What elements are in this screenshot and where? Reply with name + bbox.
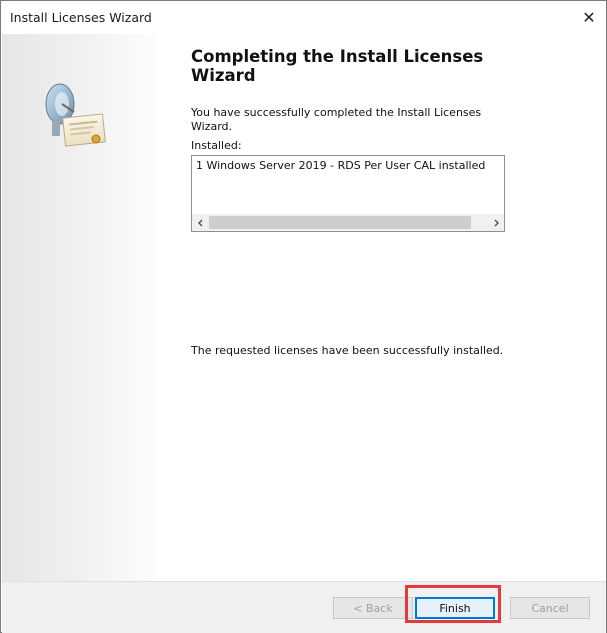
wizard-window: Install Licenses Wizard ✕ Completing the…	[0, 0, 607, 633]
wizard-content: Completing the Install Licenses Wizard Y…	[157, 34, 605, 581]
window-title: Install Licenses Wizard	[10, 10, 152, 25]
horizontal-scrollbar[interactable]	[192, 214, 504, 231]
button-bar: < Back Finish Cancel	[2, 581, 606, 633]
page-title: Completing the Install Licenses Wizard	[191, 47, 484, 85]
back-button[interactable]: < Back	[333, 597, 413, 619]
installed-list[interactable]: 1 Windows Server 2019 - RDS Per User CAL…	[191, 155, 505, 232]
chevron-left-icon[interactable]	[192, 214, 209, 231]
title-bar: Install Licenses Wizard ✕	[1, 1, 606, 34]
chevron-right-icon[interactable]	[487, 214, 504, 231]
success-message: You have successfully completed the Inst…	[191, 106, 482, 133]
wizard-side-panel	[2, 34, 157, 581]
result-message: The requested licenses have been success…	[191, 344, 504, 357]
cancel-button[interactable]: Cancel	[510, 597, 590, 619]
finish-highlight-box	[405, 585, 501, 623]
scroll-thumb[interactable]	[209, 216, 471, 229]
satellite-dish-certificate-icon	[45, 83, 106, 147]
list-item[interactable]: 1 Windows Server 2019 - RDS Per User CAL…	[196, 159, 485, 172]
close-button[interactable]: ✕	[572, 1, 606, 34]
installed-label: Installed:	[191, 139, 242, 152]
